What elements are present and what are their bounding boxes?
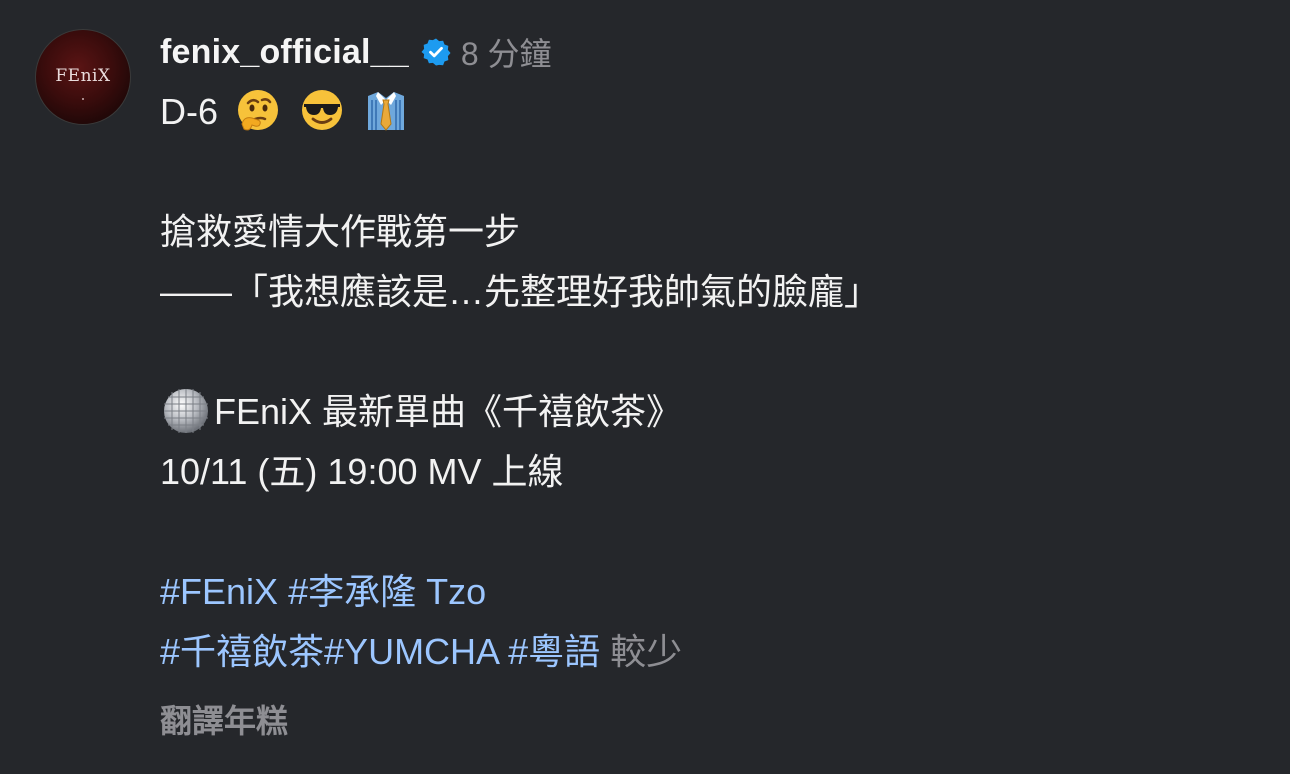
body-line-title: 搶救愛情大作戰第一步 (160, 211, 521, 252)
threads-post: FEniX fenix_official__ 8 分鐘 D-6 搶救愛情大作戰第… (0, 0, 1290, 774)
post-header: fenix_official__ 8 分鐘 (160, 30, 552, 74)
countdown-text: D-6 (160, 91, 219, 132)
avatar[interactable]: FEniX (35, 29, 131, 125)
avatar-dot (82, 98, 84, 100)
show-less-link[interactable]: 較少 (610, 631, 682, 672)
body-line-release: 10/11 (五) 19:00 MV 上線 (160, 451, 564, 492)
sunglasses-face-icon (298, 86, 346, 134)
single-announcement-text: FEniX 最新單曲《千禧飲茶》 (214, 391, 683, 432)
hashtag-cantonese[interactable]: #粵語 (508, 631, 600, 672)
shirt-tie-icon (362, 86, 410, 134)
translate-link[interactable]: 翻譯年糕 (160, 696, 288, 742)
hashtag-fenix[interactable]: #FEniX (160, 571, 278, 612)
verified-badge-icon (421, 37, 451, 67)
post-body: D-6 搶救愛情大作戰第一步 ——「我想應該是…先整理好我帥氣的臉龐」 FEni… (160, 82, 1260, 682)
thinking-face-icon (234, 86, 282, 134)
hashtag-yumcha[interactable]: #YUMCHA (324, 631, 498, 672)
avatar-logo-text: FEniX (55, 66, 111, 86)
hashtag-line-2: #千禧飲茶#YUMCHA #粵語 較少 (160, 622, 1260, 682)
username[interactable]: fenix_official__ (160, 33, 409, 72)
disco-ball-icon (160, 384, 212, 436)
hashtag-tzo[interactable]: #李承隆 Tzo (288, 571, 486, 612)
post-time: 8 分鐘 (460, 36, 552, 72)
body-line-countdown: D-6 (160, 82, 1260, 142)
body-line-quote: ——「我想應該是…先整理好我帥氣的臉龐」 (160, 271, 881, 312)
hashtag-line-1: #FEniX #李承隆 Tzo (160, 562, 1260, 622)
hashtag-yumcha-zh[interactable]: #千禧飲茶 (160, 631, 324, 672)
body-line-single: FEniX 最新單曲《千禧飲茶》 (160, 382, 1260, 442)
